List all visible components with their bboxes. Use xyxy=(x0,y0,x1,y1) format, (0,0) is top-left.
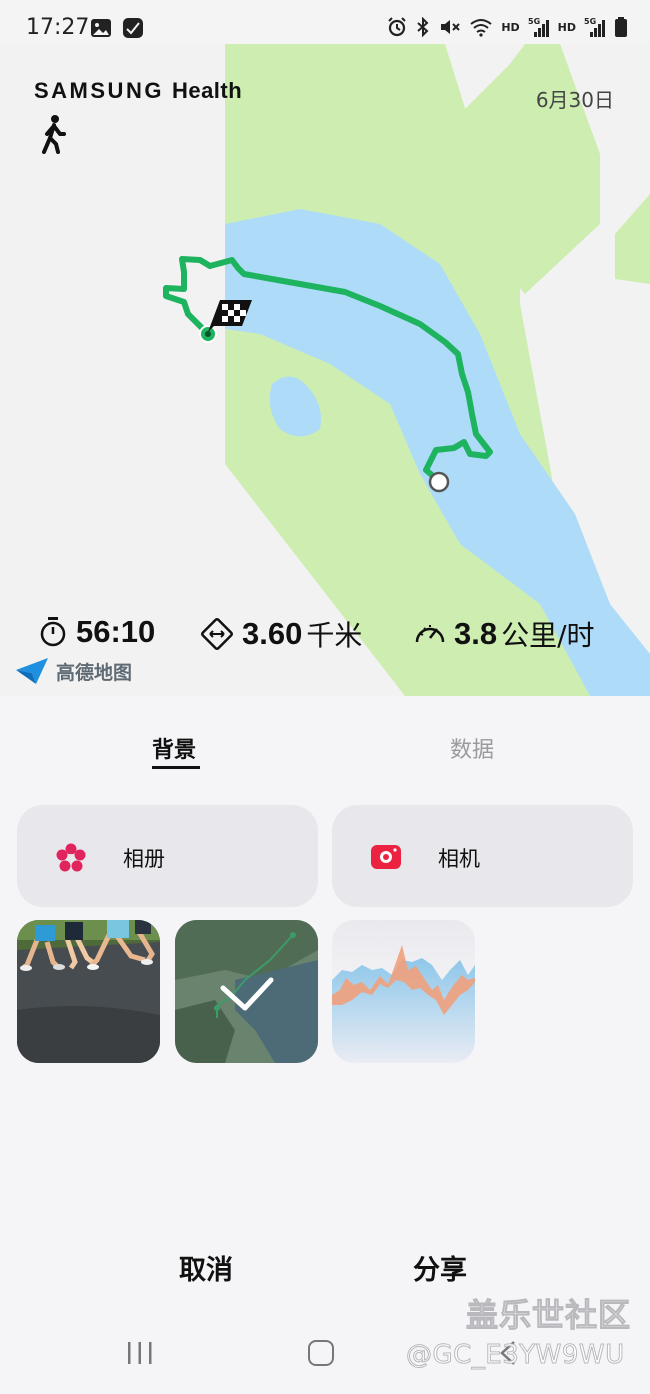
wifi-icon xyxy=(470,19,492,37)
background-option-route-map[interactable] xyxy=(175,920,318,1063)
runners-photo-thumbnail xyxy=(17,920,160,1063)
tab-data[interactable]: 数据 xyxy=(450,732,494,764)
data-chart-thumbnail xyxy=(332,920,475,1063)
workout-date: 6月30日 xyxy=(535,88,614,112)
amap-attribution: 高德地图 xyxy=(14,656,132,686)
amap-logo-icon xyxy=(16,658,48,684)
route-map-card: SAMSUNG Health 6月30日 56:10 3.60 千米 3.8 公… xyxy=(0,44,650,696)
hd-label: HD xyxy=(501,20,520,34)
stat-speed: 3.8 公里/时 xyxy=(414,614,595,654)
watermark-user: @GC_E3YW9WU xyxy=(406,1340,625,1371)
hd-label-2: HD xyxy=(557,20,576,34)
signal-5g-label: 5G xyxy=(528,17,540,26)
stat-duration: 56:10 xyxy=(38,614,155,650)
camera-label: 相机 xyxy=(438,847,480,871)
mute-icon xyxy=(441,20,461,34)
share-button[interactable]: 分享 xyxy=(413,1248,467,1287)
camera-button[interactable]: 相机 xyxy=(332,805,633,907)
watermark-community: 盖乐世社区 xyxy=(465,1296,632,1335)
signal-5g-label-2: 5G xyxy=(584,17,596,26)
speed-value: 3.8 xyxy=(454,616,498,651)
home-icon[interactable] xyxy=(308,1340,334,1366)
status-time: 17:27 xyxy=(26,15,90,40)
alarm-icon xyxy=(388,17,407,37)
distance-icon xyxy=(201,618,233,650)
duration-value: 56:10 xyxy=(76,614,156,649)
distance-value: 3.60 xyxy=(242,616,303,651)
signal-icon-2: 5G xyxy=(584,17,605,37)
map-background xyxy=(0,44,650,696)
camera-icon xyxy=(371,845,401,869)
speed-unit: 公里/时 xyxy=(501,619,595,652)
background-option-data-chart[interactable] xyxy=(332,920,475,1063)
album-button[interactable]: 相册 xyxy=(17,805,318,907)
check-app-icon xyxy=(123,18,143,38)
tab-bar: 背景 数据 xyxy=(0,728,650,778)
speedometer-icon xyxy=(415,625,445,643)
brand-health: Health xyxy=(171,78,243,103)
map-provider: 高德地图 xyxy=(56,661,133,684)
distance-unit: 千米 xyxy=(306,619,363,652)
signal-icon: 5G xyxy=(528,17,549,37)
background-option-runners-photo[interactable] xyxy=(17,920,160,1063)
recents-icon[interactable] xyxy=(126,1340,154,1366)
route-end-marker xyxy=(428,471,450,493)
brand-samsung: SAMSUNG xyxy=(34,78,164,103)
bluetooth-icon xyxy=(417,17,429,37)
cancel-button[interactable]: 取消 xyxy=(179,1248,233,1287)
flower-album-icon xyxy=(56,843,86,872)
stopwatch-icon xyxy=(40,617,66,647)
battery-icon xyxy=(615,17,627,37)
album-label: 相册 xyxy=(123,847,165,871)
tab-background[interactable]: 背景 xyxy=(152,732,196,764)
tab-selected-indicator xyxy=(152,766,200,769)
gallery-icon xyxy=(91,19,111,37)
stat-distance: 3.60 千米 xyxy=(200,614,362,654)
workout-stats: 56:10 3.60 千米 3.8 公里/时 xyxy=(0,614,650,662)
walking-icon xyxy=(42,115,66,154)
samsung-health-logo: SAMSUNG Health xyxy=(34,78,242,104)
route-map-thumbnail xyxy=(175,920,318,1063)
